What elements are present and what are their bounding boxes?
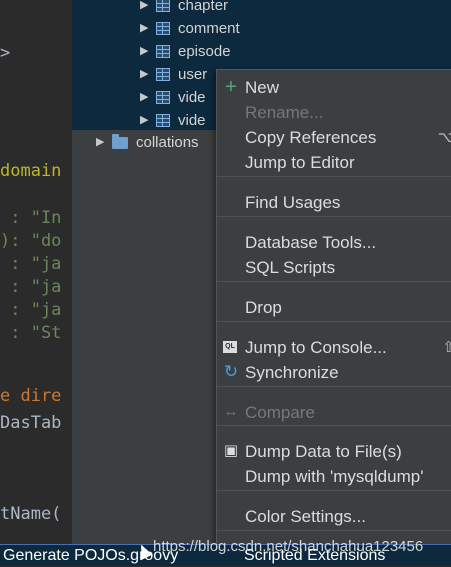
menu-item-synchronize[interactable]: Synchronize <box>245 360 339 385</box>
menu-item-color-settings[interactable]: Color Settings... <box>245 504 366 529</box>
code-line: : "ja <box>0 277 62 297</box>
menu-separator <box>217 490 451 491</box>
expand-arrow-icon[interactable]: ▶ <box>140 109 154 132</box>
menu-separator <box>217 216 451 217</box>
menu-item-drop[interactable]: Drop <box>245 295 282 320</box>
code-line: domain <box>0 161 62 181</box>
menu-item-find-usages[interactable]: Find Usages <box>245 190 340 215</box>
sync-icon: ↻ <box>223 362 239 381</box>
sql-console-icon: QL <box>223 341 237 353</box>
menu-item-jump-to-editor[interactable]: Jump to Editor <box>245 150 355 175</box>
menu-separator <box>217 530 451 531</box>
table-icon <box>156 91 170 104</box>
expand-arrow-icon[interactable]: ▶ <box>140 17 154 40</box>
menu-item-new[interactable]: New <box>245 75 279 100</box>
tree-item-table[interactable]: ▶ episode <box>140 40 231 63</box>
tree-item-label: vide <box>178 112 206 129</box>
tree-item-table[interactable]: ▶ chapter <box>140 0 228 17</box>
code-line: DasTab <box>0 413 62 433</box>
code-line: : "ja <box>0 254 62 274</box>
tree-item-label: chapter <box>178 0 229 14</box>
save-icon: ▣ <box>223 442 239 459</box>
table-icon <box>156 45 170 58</box>
menu-separator <box>217 176 451 177</box>
menu-item-dump-with-mysqldump[interactable]: Dump with 'mysqldump' <box>245 464 423 489</box>
expand-arrow-icon[interactable]: ▶ <box>140 0 154 17</box>
expand-arrow-icon[interactable]: ▶ <box>140 63 154 86</box>
tree-item-collations[interactable]: ▶ collations <box>96 131 199 154</box>
tree-item-label: comment <box>178 20 240 37</box>
generate-pojos-item[interactable]: Generate POJOs.groovy <box>3 545 178 567</box>
tree-item-table[interactable]: ▶ vide <box>140 86 206 109</box>
context-menu: New + Rename... Copy References ⌥ Jump to Edi… <box>216 69 451 545</box>
table-icon <box>156 0 170 12</box>
menu-item-sql-scripts[interactable]: SQL Scripts <box>245 255 335 280</box>
table-icon <box>156 68 170 81</box>
shortcut-hint: ⌥ <box>437 129 451 146</box>
menu-separator <box>217 425 451 426</box>
tree-item-table[interactable]: ▶ user <box>140 63 207 86</box>
folder-icon <box>112 134 128 149</box>
code-line: tName( <box>0 504 62 524</box>
table-icon <box>156 22 170 35</box>
expand-arrow-icon[interactable]: ▶ <box>140 86 154 109</box>
code-line: : "St <box>0 323 62 343</box>
code-line: e dire <box>0 386 62 406</box>
code-editor[interactable]: > domain : "In ): "do : "ja : "ja : "ja : … <box>0 0 72 544</box>
watermark-text: https://blog.csdn.net/shanchahua123456 <box>153 538 424 555</box>
menu-separator <box>217 321 451 322</box>
compare-icon: ↔ <box>223 403 239 420</box>
tree-item-label: episode <box>178 43 231 60</box>
menu-item-jump-to-console[interactable]: Jump to Console... <box>245 335 387 360</box>
menu-item-rename[interactable]: Rename... <box>245 100 323 125</box>
code-line: ): "do <box>0 231 62 251</box>
menu-separator <box>217 281 451 282</box>
tree-item-table[interactable]: ▶ vide <box>140 109 206 132</box>
menu-item-database-tools[interactable]: Database Tools... <box>245 230 376 255</box>
code-line: : "In <box>0 208 62 228</box>
menu-item-copy-references[interactable]: Copy References <box>245 125 376 150</box>
menu-item-compare[interactable]: Compare <box>245 400 315 425</box>
tree-item-table[interactable]: ▶ comment <box>140 17 240 40</box>
table-icon <box>156 114 170 127</box>
expand-arrow-icon[interactable]: ▶ <box>96 131 110 154</box>
menu-item-dump-data-to-file-s[interactable]: Dump Data to File(s) <box>245 439 402 464</box>
tree-item-label: vide <box>178 89 206 106</box>
tree-item-label: user <box>178 66 208 83</box>
tree-item-label: collations <box>136 134 199 151</box>
menu-separator <box>217 386 451 387</box>
expand-arrow-icon[interactable]: ▶ <box>140 40 154 63</box>
code-line: > <box>0 43 11 63</box>
shortcut-hint: ⇧ <box>442 339 451 356</box>
plus-icon: + <box>225 76 237 98</box>
code-line: : "ja <box>0 300 62 320</box>
